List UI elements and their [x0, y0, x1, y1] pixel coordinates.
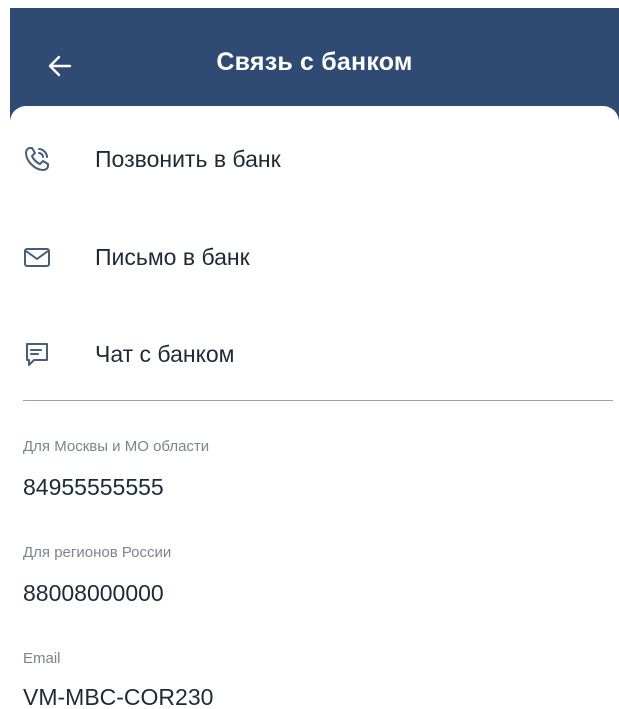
call-bank-item[interactable]: Позвонить в банк	[10, 124, 614, 194]
moscow-caption: Для Москвы и МО области	[23, 438, 210, 455]
envelope-icon	[22, 242, 52, 272]
moscow-phone[interactable]: 84955555555	[23, 474, 164, 501]
chat-bank-item[interactable]: Чат с банком	[10, 319, 614, 389]
letter-bank-item[interactable]: Письмо в банк	[10, 222, 614, 292]
screen: Связь с банком Позвонить в банк Письмо в…	[0, 0, 619, 709]
email-caption: Email	[23, 650, 61, 667]
phone-icon	[22, 144, 52, 174]
content-sheet	[10, 106, 619, 709]
page-title: Связь с банком	[216, 48, 413, 76]
regions-phone[interactable]: 88008000000	[23, 580, 164, 607]
section-divider	[23, 400, 613, 401]
app-header: Связь с банком	[10, 8, 619, 120]
regions-caption: Для регионов России	[23, 544, 172, 561]
email-value[interactable]: VM-MBC-COR230	[23, 684, 213, 709]
call-bank-label: Позвонить в банк	[95, 145, 281, 172]
chat-bank-label: Чат с банком	[95, 340, 235, 367]
letter-bank-label: Письмо в банк	[95, 243, 250, 270]
chat-icon	[22, 339, 52, 369]
